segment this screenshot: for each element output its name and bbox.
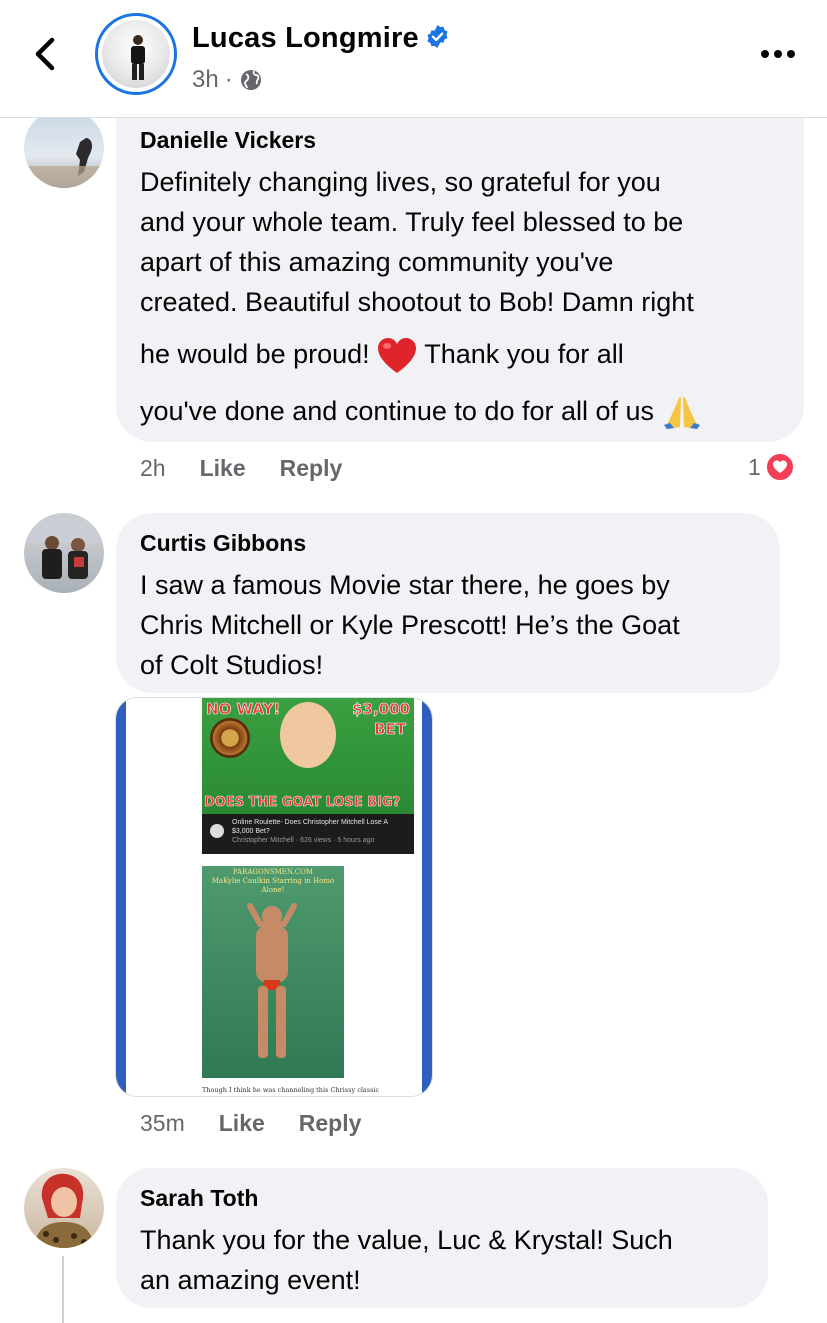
back-button[interactable] [28,32,64,76]
channel-icon [210,824,224,838]
video-title: Online Roulette- Does Christopher Mitche… [232,819,388,835]
post-time: 3h [192,66,219,93]
image-caption: Though I think he was channeling this Ch… [202,1086,380,1094]
video-info: Online Roulette- Does Christopher Mitche… [202,814,414,854]
author-avatar[interactable] [95,13,177,95]
comment-line: I saw a famous Movie star there, he goes… [140,570,670,600]
poster-image: PARAGONSMEN.COM MaKylie Caulkin Starring… [202,866,344,1078]
comment-image-attachment[interactable]: NO WAY! $3,000 BET DOES THE GOAT LOSE BI… [115,697,433,1097]
meta-dot: · [224,66,233,93]
more-dot [774,50,782,58]
reaction-summary[interactable]: 1 [748,452,795,482]
like-button[interactable]: Like [200,455,246,482]
comment-line: Definitely changing lives, so grateful f… [140,167,661,197]
comment-line-with-emoji: he would be proud! Thank you for all [140,334,782,375]
video-meta: Christopher Mitchell · 626 views · 5 hou… [232,837,375,844]
commenter-name[interactable]: Curtis Gibbons [140,529,758,557]
avatar-photo [24,513,104,579]
reply-button[interactable]: Reply [280,455,343,482]
commenter-avatar[interactable] [24,1168,104,1248]
commenter-name[interactable]: Danielle Vickers [140,126,782,154]
author-name-text: Lucas Longmire [192,22,419,54]
more-dot [787,50,795,58]
reaction-count: 1 [748,453,761,480]
image-border-left [116,698,126,1096]
thumbnail-text: $3,000 [352,700,410,719]
comment-line: you've done and continue to do for all o… [140,395,655,426]
folded-hands-emoji-icon [663,396,700,429]
verified-badge-icon [427,25,448,48]
thumbnail-text: BET [374,720,407,739]
poster-site: PARAGONSMEN.COM [232,868,314,876]
face-image [280,702,336,768]
person-figure-icon [131,35,145,80]
comment-line: Thank you for all [424,339,624,369]
comment-line: Chris Mitchell or Kyle Prescott! He’s th… [140,610,680,640]
thumbnail-text: DOES THE GOAT LOSE BIG? [204,795,401,811]
author-name[interactable]: Lucas Longmire [192,22,450,55]
comment-bubble: Sarah Toth Thank you for the value, Luc … [116,1168,768,1308]
comment-text: I saw a famous Movie star there, he goes… [140,565,758,685]
post-header: Lucas Longmire 3h · [0,0,827,118]
comment-line: of Colt Studios! [140,650,324,680]
comment-time[interactable]: 2h [140,455,166,482]
image-border-right [422,698,432,1096]
comment-line: apart of this amazing community you've [140,247,614,277]
commenter-avatar[interactable] [24,108,104,188]
comment-line: he would be proud! [140,339,370,369]
comment-bubble: Curtis Gibbons I saw a famous Movie star… [116,513,780,693]
chevron-left-icon [35,37,55,71]
comment-text: Definitely changing lives, so grateful f… [140,162,782,431]
poster-title: MaKylie Caulkin Starring in Homo Alone! [211,877,335,894]
comment-time[interactable]: 35m [140,1110,185,1137]
avatar-photo [24,138,104,188]
love-reaction-icon [764,452,795,482]
poster-text: PARAGONSMEN.COM MaKylie Caulkin Starring… [202,868,344,895]
commenter-avatar[interactable] [24,513,104,593]
comment-line: an amazing event! [140,1265,361,1295]
more-options-button[interactable] [761,40,797,68]
comment-line: Thank you for the value, Luc & Krystal! … [140,1225,673,1255]
commenter-name[interactable]: Sarah Toth [140,1184,746,1212]
reply-thread-line [62,1256,64,1323]
post-meta: 3h · [192,66,263,94]
comment-text: Thank you for the value, Luc & Krystal! … [140,1220,746,1300]
poster-figure-image [247,903,297,1058]
avatar-photo [34,1173,94,1248]
red-heart-emoji-icon [378,337,417,373]
comment-bubble: Danielle Vickers Definitely changing liv… [116,108,804,442]
comment-line-with-emoji: you've done and continue to do for all o… [140,391,782,431]
thumbnail-text: NO WAY! [206,700,281,719]
comment-line: and your whole team. Truly feel blessed … [140,207,684,237]
comment-actions: 35m Like Reply [140,1110,361,1137]
like-button[interactable]: Like [219,1110,265,1137]
comment-actions: 2h Like Reply [140,455,342,482]
reply-button[interactable]: Reply [299,1110,362,1137]
video-thumbnail: NO WAY! $3,000 BET DOES THE GOAT LOSE BI… [202,698,414,814]
comment-line: created. Beautiful shootout to Bob! Damn… [140,287,694,317]
roulette-wheel-image [210,718,250,758]
more-dot [761,50,769,58]
globe-icon [240,70,261,90]
